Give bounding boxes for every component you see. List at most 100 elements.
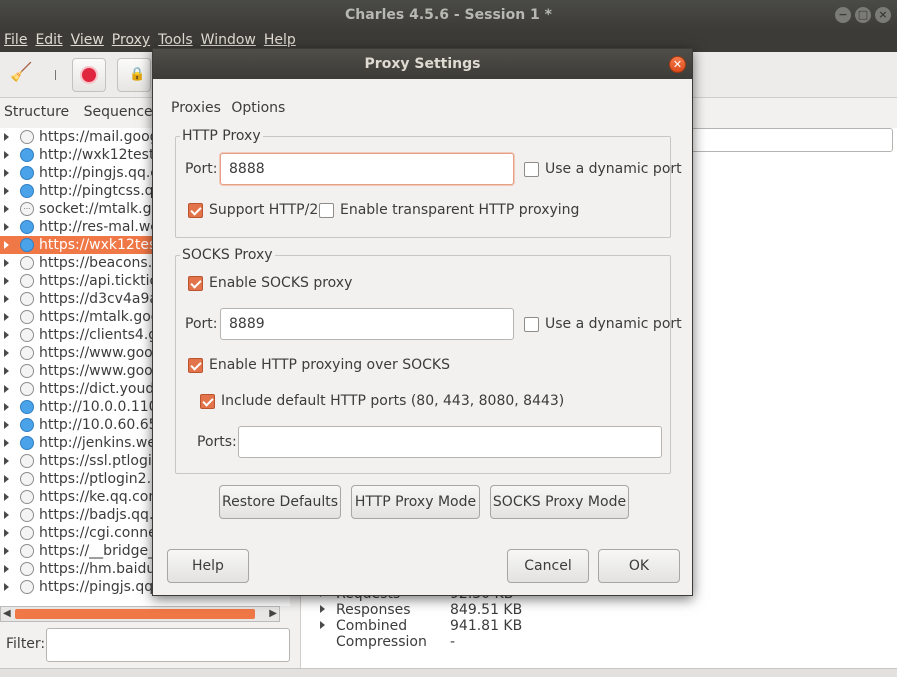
socks-port-field[interactable]: 8889 — [220, 308, 514, 340]
ok-button[interactable]: OK — [598, 549, 680, 583]
detail-field[interactable] — [690, 128, 893, 152]
expand-icon[interactable] — [4, 475, 9, 483]
include-default-ports-label[interactable]: Include default HTTP ports (80, 443, 808… — [221, 393, 564, 409]
menu-proxy[interactable]: Proxy — [108, 30, 154, 52]
menu-file[interactable]: File — [0, 30, 31, 52]
menu-view[interactable]: View — [67, 30, 108, 52]
expand-icon[interactable] — [4, 367, 9, 375]
expand-icon[interactable] — [4, 313, 9, 321]
enable-socks-label[interactable]: Enable SOCKS proxy — [209, 275, 352, 291]
restore-defaults-button[interactable]: Restore Defaults — [219, 485, 341, 519]
http-port-field[interactable]: 8888 — [220, 153, 514, 185]
expand-icon[interactable] — [4, 205, 9, 213]
tree-row-label: https://mtalk.goog — [39, 309, 169, 325]
tab-proxies[interactable]: Proxies — [171, 100, 221, 116]
expand-icon[interactable] — [320, 621, 325, 629]
expand-icon[interactable] — [4, 331, 9, 339]
scroll-left-icon[interactable]: ◀ — [3, 608, 11, 619]
record-icon — [82, 68, 96, 82]
minimize-icon[interactable]: − — [835, 7, 851, 23]
stat-combined[interactable]: Combined 941.81 KB — [320, 618, 522, 634]
expand-icon[interactable] — [320, 605, 325, 613]
globe-icon — [20, 256, 34, 270]
globe-blue-icon — [20, 400, 34, 414]
expand-icon[interactable] — [4, 277, 9, 285]
globe-icon — [20, 454, 34, 468]
tree-row-label: https://wxk12test. — [39, 237, 167, 253]
tree-row-label: http://res-mal.wed — [39, 219, 168, 235]
expand-icon[interactable] — [4, 511, 9, 519]
transparent-proxy-checkbox[interactable] — [319, 203, 334, 218]
expand-icon[interactable] — [4, 583, 9, 591]
include-default-ports-checkbox[interactable] — [200, 394, 215, 409]
window-title: Charles 4.5.6 - Session 1 * — [345, 7, 552, 23]
expand-icon[interactable] — [4, 295, 9, 303]
globe-blue-icon — [20, 238, 34, 252]
expand-icon[interactable] — [4, 349, 9, 357]
http-dynamic-port-label[interactable]: Use a dynamic port — [545, 161, 682, 177]
broom-icon[interactable]: 🧹 — [10, 62, 32, 83]
dialog-close-icon[interactable]: ✕ — [669, 56, 686, 73]
transparent-proxy-label[interactable]: Enable transparent HTTP proxying — [340, 202, 579, 218]
tab-sequence[interactable]: Sequence — [84, 104, 153, 120]
tree-row-label: https://www.goog — [39, 345, 162, 361]
expand-icon[interactable] — [4, 259, 9, 267]
expand-icon[interactable] — [4, 547, 9, 555]
support-http2-label[interactable]: Support HTTP/2 — [209, 202, 318, 218]
menu-edit[interactable]: Edit — [31, 30, 66, 52]
expand-icon[interactable] — [4, 133, 9, 141]
http-over-socks-label[interactable]: Enable HTTP proxying over SOCKS — [209, 357, 450, 373]
http-dynamic-port-checkbox[interactable] — [524, 162, 539, 177]
cancel-button[interactable]: Cancel — [507, 549, 589, 583]
help-button[interactable]: Help — [167, 549, 249, 583]
tree-horizontal-scrollbar[interactable]: ◀ ▶ — [0, 606, 280, 622]
expand-icon[interactable] — [4, 439, 9, 447]
expand-icon[interactable] — [4, 187, 9, 195]
maximize-icon[interactable]: □ — [855, 7, 871, 23]
expand-icon[interactable] — [4, 241, 9, 249]
expand-icon[interactable] — [4, 169, 9, 177]
tree-row-label: https://__bridge_lc — [39, 543, 167, 559]
globe-icon — [20, 526, 34, 540]
http-over-socks-checkbox[interactable] — [188, 358, 203, 373]
expand-icon[interactable] — [4, 529, 9, 537]
ssl-proxying-button[interactable]: 🔒 — [117, 58, 151, 92]
tab-options[interactable]: Options — [231, 100, 285, 116]
globe-icon — [20, 274, 34, 288]
socks-dynamic-port-label[interactable]: Use a dynamic port — [545, 316, 682, 332]
expand-icon[interactable] — [4, 385, 9, 393]
expand-icon[interactable] — [4, 403, 9, 411]
enable-socks-checkbox[interactable] — [188, 276, 203, 291]
expand-icon[interactable] — [4, 151, 9, 159]
globe-icon — [20, 310, 34, 324]
scrollbar-thumb[interactable] — [15, 609, 255, 619]
expand-icon[interactable] — [4, 421, 9, 429]
tree-row-label: https://badjs.qq.co — [39, 507, 170, 523]
tab-structure[interactable]: Structure — [4, 104, 69, 120]
lock-icon: 🔒 — [129, 67, 146, 82]
globe-icon — [20, 490, 34, 504]
globe-icon — [20, 562, 34, 576]
tree-row-label: https://d3cv4a9a9 — [39, 291, 167, 307]
expand-icon[interactable] — [4, 493, 9, 501]
record-button[interactable] — [72, 58, 106, 92]
ports-field[interactable] — [238, 426, 662, 458]
globe-blue-icon — [20, 184, 34, 198]
proxy-settings-dialog: Proxy Settings ✕ Proxies Options HTTP Pr… — [152, 48, 693, 596]
socks-proxy-mode-button[interactable]: SOCKS Proxy Mode — [490, 485, 629, 519]
http-proxy-mode-button[interactable]: HTTP Proxy Mode — [351, 485, 480, 519]
globe-icon — [20, 292, 34, 306]
expand-icon[interactable] — [4, 223, 9, 231]
expand-icon[interactable] — [4, 565, 9, 573]
dialog-tabs: Proxies Options — [171, 100, 291, 116]
left-tabs: Structure Sequence — [0, 104, 159, 120]
close-icon[interactable]: × — [875, 7, 891, 23]
filter-input[interactable] — [46, 628, 290, 662]
support-http2-checkbox[interactable] — [188, 203, 203, 218]
scroll-right-icon[interactable]: ▶ — [269, 608, 277, 619]
tree-row-label: https://ke.qq.com — [39, 489, 162, 505]
expand-icon[interactable] — [4, 457, 9, 465]
socks-dynamic-port-checkbox[interactable] — [524, 317, 539, 332]
stat-responses[interactable]: Responses 849.51 KB — [320, 602, 522, 618]
globe-icon — [20, 544, 34, 558]
